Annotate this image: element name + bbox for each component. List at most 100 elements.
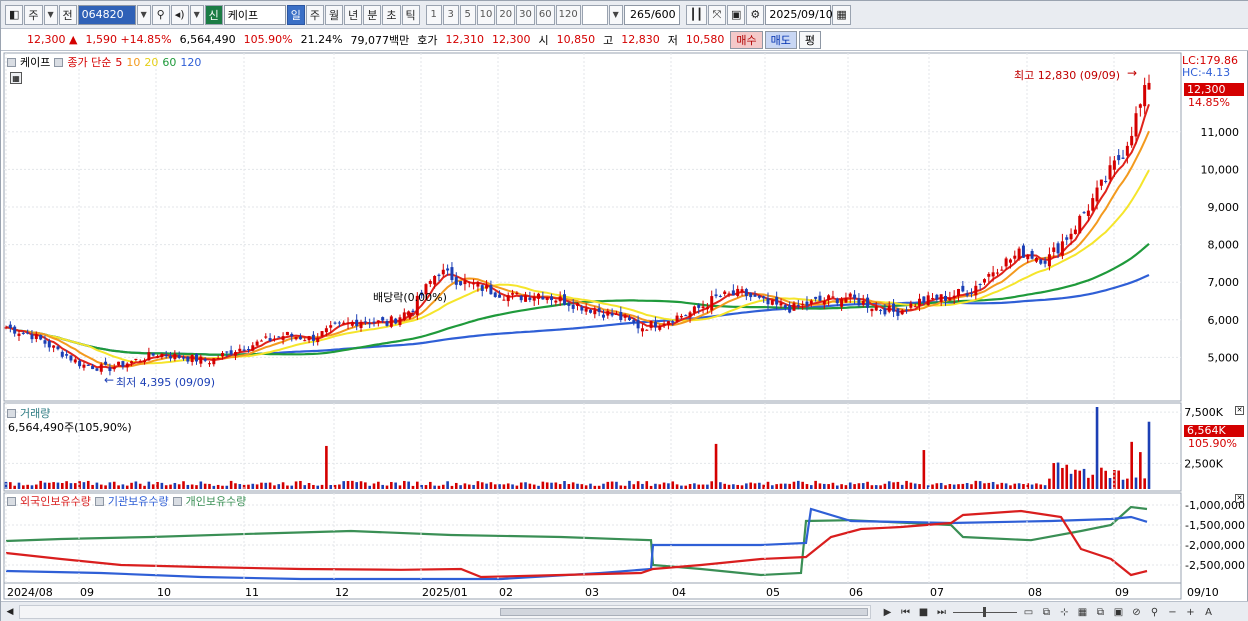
search-icon[interactable]: ⚲ [151,4,170,25]
candle-body [766,298,770,305]
custom-interval-input[interactable] [581,4,608,25]
calendar-icon[interactable]: ▦ [832,4,851,25]
minute-option-1[interactable]: 1 [425,4,442,25]
fast-forward-icon[interactable]: ⏭ [933,604,950,620]
minute-option-3[interactable]: 3 [442,4,459,25]
arrow-down-icon: ▼ [406,311,414,322]
volume-bar [35,484,38,489]
minute-option-30[interactable]: 30 [516,4,535,25]
minute-option-60[interactable]: 60 [535,4,555,25]
period-year-button[interactable]: 년 [344,4,363,25]
new-badge[interactable]: 신 [204,4,223,25]
zoom-out-icon[interactable]: − [1164,604,1181,620]
save-icon[interactable]: ▣ [726,4,746,25]
volume-bar [827,484,830,489]
candle-body [935,294,939,300]
pane-toggle-icon[interactable] [54,57,64,67]
period-week-button[interactable]: 주 [305,4,325,25]
zoom-in-icon[interactable]: + [1182,604,1199,620]
window-icon[interactable]: ▣ [1110,604,1127,620]
volume-bar [320,484,324,489]
candle-body [1060,241,1064,256]
minute-option-20[interactable]: 20 [496,4,516,25]
period-second-button[interactable]: 초 [382,4,401,25]
candle-body [792,303,796,311]
data-count-field[interactable]: 265/600 [623,4,680,25]
sell-button[interactable]: 매도 [764,30,797,49]
period-tick-button[interactable]: 틱 [401,4,420,25]
pane-toggle-icon[interactable] [7,496,16,506]
scroll-thumb[interactable] [500,608,868,616]
volume-bar [753,483,757,489]
volume-bar [91,484,94,489]
scroll-left-icon[interactable]: ◀ [3,604,17,620]
crosshair-icon[interactable]: ⊹ [1056,604,1073,620]
candle-body [576,303,579,306]
stop-icon[interactable]: ■ [915,604,932,620]
candle-body [216,358,220,360]
minute-option-120[interactable]: 120 [555,4,581,25]
grid-icon[interactable]: ▦ [1074,604,1091,620]
scroll-track[interactable] [19,605,871,619]
volume-current-pct: 105.90% [1188,437,1237,450]
chart-canvas[interactable]: 11,000 10,000 9,000 8,000 7,000 6,000 5,000 7,… [1,51,1248,601]
volume-bar [1126,478,1129,489]
pane-close-icon[interactable]: ✕ [1235,406,1244,415]
period-selector[interactable]: 주 [24,4,43,25]
ask-price-1: 12,310 [445,33,485,46]
chevron-down-icon[interactable]: ▼ [136,4,151,25]
chevron-down-icon[interactable]: ▼ [43,4,58,25]
copy-icon[interactable]: ⧉ [1092,604,1109,620]
candle-body [220,353,224,357]
x-tick-label: 2024/08 [7,586,53,599]
zoom-slider[interactable] [951,604,1019,620]
candle-body [1065,237,1069,240]
candle-body [844,298,848,303]
chevron-down-icon[interactable]: ▼ [189,4,204,25]
pane-close-icon[interactable]: ✕ [1235,494,1244,503]
font-size-icon[interactable]: A [1200,604,1217,620]
buy-button[interactable]: 매수 [730,30,763,49]
minute-option-5[interactable]: 5 [459,4,476,25]
split-icon[interactable]: ⧉ [1038,604,1055,620]
candle-body [368,323,372,325]
volume-bar [558,484,562,489]
pane-toggle-icon[interactable] [172,496,182,506]
period-month-button[interactable]: 월 [325,4,344,25]
speaker-icon[interactable]: ◂) [170,4,189,25]
magnifier-icon[interactable]: ⚲ [1146,604,1163,620]
link-icon[interactable]: ⊘ [1128,604,1145,620]
trend-tool-icon[interactable]: ⤧ [707,4,726,25]
period-day-button[interactable]: 일 [286,4,305,25]
low-label: 저 [667,33,678,47]
candle-body [95,368,99,371]
date-input[interactable]: 2025/09/10 [765,4,833,25]
volume-bar [788,483,791,489]
stock-name-field[interactable]: 케이프 [223,4,286,25]
rewind-icon[interactable]: ⏮ [897,604,914,620]
arrow-left-icon: ← [104,373,115,387]
pane-toggle-icon[interactable] [7,408,16,418]
volume-bar [99,484,103,489]
layout-icon[interactable]: ▭ [1020,604,1037,620]
average-button[interactable]: 평 [798,30,822,49]
volume-bar [896,481,900,489]
open-price: 10,850 [556,33,596,46]
play-icon[interactable]: ▶ [879,604,896,620]
candle-type-icon[interactable]: ┃┃ [685,4,707,25]
volume-bar [459,485,462,489]
volume-bar [589,483,592,489]
chevron-down-icon[interactable]: ▼ [608,4,623,25]
period-minute-button[interactable]: 분 [363,4,382,25]
calculator-icon[interactable]: ▦ [10,72,22,84]
pane-toggle-icon[interactable] [7,57,16,67]
candle-body [801,304,805,306]
candle-body [342,322,346,324]
chart-settings-icon[interactable]: ◧ [5,4,24,25]
gear-icon[interactable]: ⚙ [746,4,765,25]
minute-option-10[interactable]: 10 [476,4,496,25]
stock-code-input[interactable]: 064820 [77,4,136,25]
pane-toggle-icon[interactable] [94,496,104,506]
prev-button[interactable]: 전 [58,4,77,25]
volume-bar [43,482,47,489]
